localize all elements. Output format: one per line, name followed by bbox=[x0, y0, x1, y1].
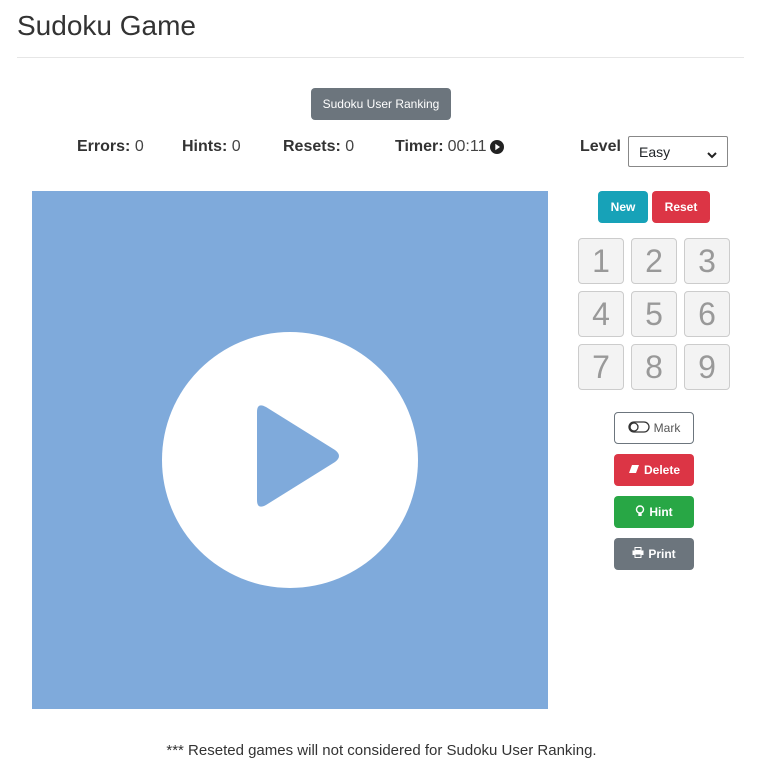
hint-button[interactable]: Hint bbox=[614, 496, 694, 528]
timer-value: 00:11 bbox=[447, 138, 487, 155]
hints-value: 0 bbox=[231, 138, 241, 155]
number-key-3[interactable]: 3 bbox=[684, 238, 730, 284]
lightbulb-icon bbox=[635, 504, 645, 520]
title-divider bbox=[17, 57, 744, 58]
board-play-button[interactable] bbox=[162, 332, 418, 588]
user-ranking-button[interactable]: Sudoku User Ranking bbox=[311, 88, 451, 120]
resets-stat: Resets: 0 bbox=[283, 138, 354, 156]
level-select[interactable]: Easy bbox=[628, 136, 728, 167]
chevron-down-icon bbox=[707, 147, 717, 158]
hints-stat: Hints: 0 bbox=[182, 138, 241, 156]
resets-value: 0 bbox=[345, 138, 355, 155]
mark-label: Mark bbox=[653, 421, 681, 435]
reset-game-button[interactable]: Reset bbox=[652, 191, 710, 223]
level-selected-value: Easy bbox=[639, 143, 671, 160]
errors-label: Errors: bbox=[77, 138, 131, 155]
errors-stat: Errors: 0 bbox=[77, 138, 144, 156]
number-key-8[interactable]: 8 bbox=[631, 344, 677, 390]
number-keypad: 1 2 3 4 5 6 7 8 9 bbox=[578, 238, 730, 390]
timer-stat: Timer: 00:11 bbox=[395, 138, 505, 156]
print-label: Print bbox=[648, 547, 676, 561]
delete-button[interactable]: Delete bbox=[614, 454, 694, 486]
delete-label: Delete bbox=[643, 463, 681, 477]
page-title: Sudoku Game bbox=[17, 10, 196, 41]
eraser-icon bbox=[628, 463, 640, 477]
resets-label: Resets: bbox=[283, 138, 341, 155]
printer-icon bbox=[632, 547, 644, 561]
footer-note: *** Reseted games will not considered fo… bbox=[166, 742, 597, 759]
number-key-7[interactable]: 7 bbox=[578, 344, 624, 390]
toggle-icon bbox=[628, 420, 650, 436]
level-label: Level bbox=[580, 138, 621, 155]
number-key-6[interactable]: 6 bbox=[684, 291, 730, 337]
play-icon bbox=[235, 398, 345, 523]
number-key-9[interactable]: 9 bbox=[684, 344, 730, 390]
number-key-2[interactable]: 2 bbox=[631, 238, 677, 284]
sudoku-board[interactable] bbox=[32, 191, 548, 709]
hint-label: Hint bbox=[649, 505, 673, 519]
timer-label: Timer: bbox=[395, 138, 444, 155]
mark-toggle-button[interactable]: Mark bbox=[614, 412, 694, 444]
new-game-button[interactable]: New bbox=[598, 191, 648, 223]
print-button[interactable]: Print bbox=[614, 538, 694, 570]
hints-label: Hints: bbox=[182, 138, 228, 155]
number-key-1[interactable]: 1 bbox=[578, 238, 624, 284]
number-key-4[interactable]: 4 bbox=[578, 291, 624, 337]
number-key-5[interactable]: 5 bbox=[631, 291, 677, 337]
play-circle-icon[interactable] bbox=[490, 140, 505, 154]
errors-value: 0 bbox=[134, 138, 144, 155]
